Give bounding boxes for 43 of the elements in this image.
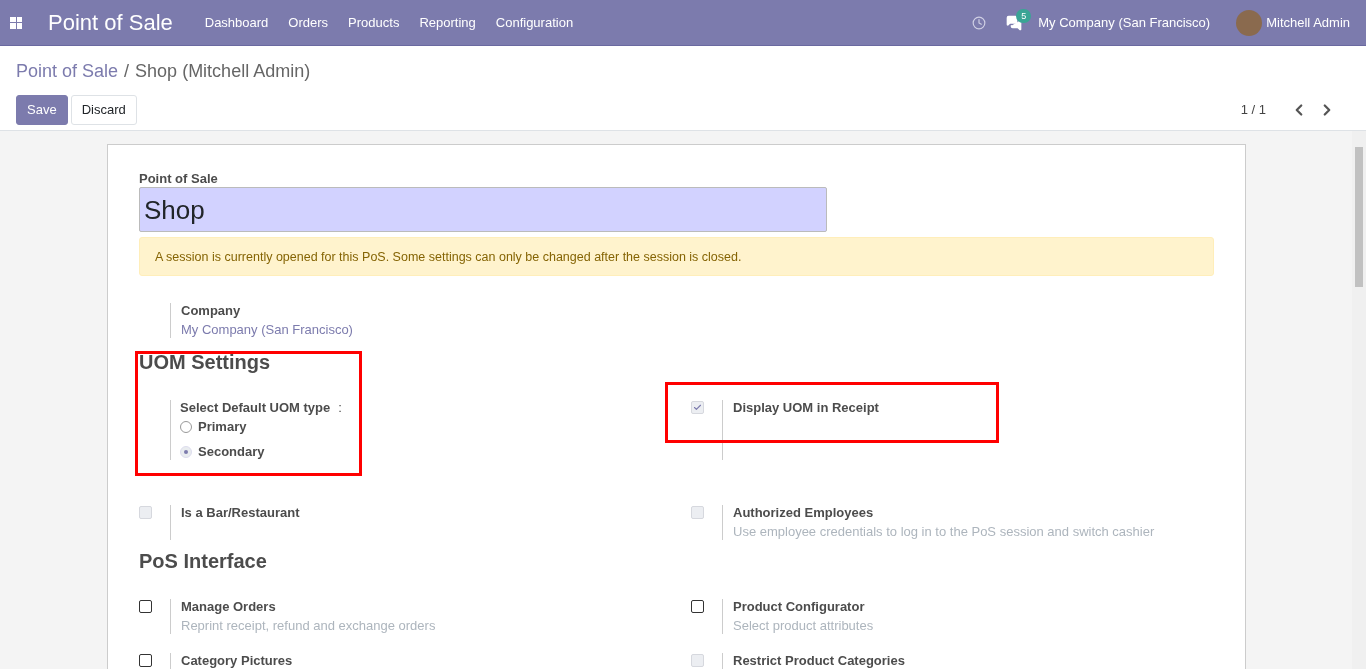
- save-button[interactable]: Save: [16, 95, 68, 125]
- apps-menu-icon[interactable]: [10, 16, 22, 29]
- setting-label: Select Default UOM type: [180, 400, 331, 416]
- name-field-label: Point of Sale: [139, 171, 219, 187]
- menu-item[interactable]: Products: [338, 12, 410, 33]
- radio-button[interactable]: [180, 421, 192, 433]
- check-icon: [693, 403, 702, 412]
- setting-description: Select product attributes: [733, 618, 874, 634]
- activity-clock-icon[interactable]: [972, 15, 987, 30]
- company-link[interactable]: My Company (San Francisco): [181, 322, 353, 338]
- checkbox[interactable]: [139, 654, 152, 667]
- app-title: Point of Sale: [48, 9, 173, 37]
- breadcrumb-separator: /: [124, 60, 130, 83]
- section-title: UOM Settings: [139, 350, 272, 374]
- session-alert: A session is currently opened for this PoS. Some settings can only be changed after the session is closed.: [139, 237, 1214, 276]
- setting-label: Restrict Product Categories: [733, 653, 905, 669]
- setting-label: Manage Orders: [181, 599, 277, 615]
- breadcrumb-link[interactable]: Point of Sale: [16, 58, 119, 85]
- checkbox[interactable]: [691, 600, 704, 613]
- discard-button[interactable]: Discard: [70, 95, 137, 125]
- setting-label: Authorized Employees: [733, 505, 875, 521]
- section-title: PoS Interface: [139, 549, 268, 573]
- menu-item[interactable]: Dashboard: [194, 12, 279, 33]
- pager-value: 1 / 1: [1240, 101, 1266, 120]
- setting-label: Product Configurator: [733, 599, 866, 615]
- setting-label: Display UOM in Receipt: [733, 400, 879, 416]
- label-colon: :: [338, 400, 342, 416]
- setting-description: Reprint receipt, refund and exchange orders: [181, 618, 436, 634]
- user-menu[interactable]: Mitchell Admin: [1266, 12, 1350, 33]
- setting-label: Is a Bar/Restaurant: [181, 505, 300, 521]
- radio-label: Primary: [198, 419, 247, 435]
- setting-description: Use employee credentials to log in to the PoS session and switch cashier: [733, 524, 1155, 540]
- radio-label: Secondary: [198, 444, 265, 460]
- message-count-badge: 5: [1016, 8, 1032, 23]
- checkbox[interactable]: [139, 600, 152, 613]
- setting-label: Category Pictures: [181, 653, 293, 669]
- menu-item[interactable]: Configuration: [485, 12, 584, 33]
- menu-item[interactable]: Orders: [278, 12, 339, 33]
- company-label: Company: [181, 303, 242, 319]
- name-input-field[interactable]: Shop: [139, 187, 827, 232]
- menu-item[interactable]: Reporting: [409, 12, 486, 33]
- company-switcher[interactable]: My Company (San Francisco): [1038, 12, 1211, 33]
- breadcrumb-current: Shop (Mitchell Admin): [135, 60, 311, 83]
